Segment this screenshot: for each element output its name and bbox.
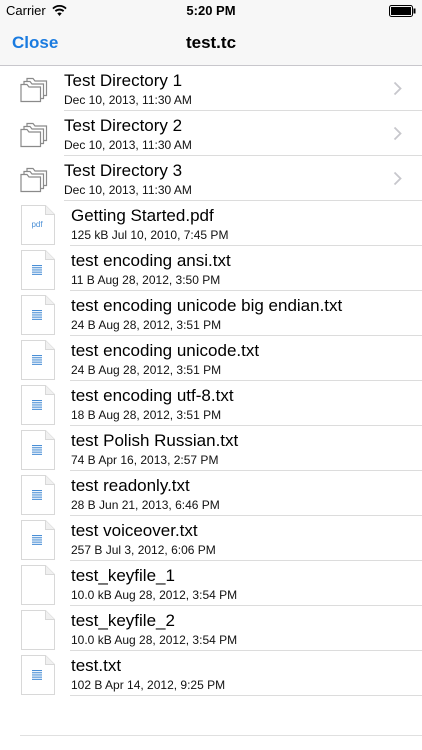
item-name: test_keyfile_2 <box>71 611 175 630</box>
text-file-icon <box>21 655 55 695</box>
file-row[interactable]: test.txt 102 B Apr 14, 2012, 9:25 PM <box>0 651 422 696</box>
item-meta: Dec 10, 2013, 11:30 AM <box>64 183 192 197</box>
blank-file-icon <box>21 610 55 650</box>
file-row[interactable]: test voiceover.txt 257 B Jul 3, 2012, 6:0… <box>0 516 422 561</box>
item-meta: 24 B Aug 28, 2012, 3:51 PM <box>71 363 222 377</box>
item-meta: 10.0 kB Aug 28, 2012, 3:54 PM <box>71 633 238 647</box>
folder-icon <box>20 77 48 103</box>
file-row[interactable]: test Polish Russian.txt 74 B Apr 16, 2013… <box>0 426 422 471</box>
item-meta: 74 B Apr 16, 2013, 2:57 PM <box>71 453 219 467</box>
folder-icon <box>20 167 48 193</box>
chevron-right-icon <box>393 81 402 96</box>
item-meta: 10.0 kB Aug 28, 2012, 3:54 PM <box>71 588 238 602</box>
item-meta: Dec 10, 2013, 11:30 AM <box>64 138 192 152</box>
item-name: test_keyfile_1 <box>71 566 175 585</box>
page-title: test.tc <box>185 33 237 52</box>
file-row[interactable]: test_keyfile_2 10.0 kB Aug 28, 2012, 3:54… <box>0 606 422 651</box>
file-row[interactable]: test encoding ansi.txt 11 B Aug 28, 2012,… <box>0 246 422 291</box>
navigation-bar: Close test.tc <box>0 22 422 66</box>
item-meta: 24 B Aug 28, 2012, 3:51 PM <box>71 318 222 332</box>
item-meta: 18 B Aug 28, 2012, 3:51 PM <box>71 408 222 422</box>
file-row[interactable]: test readonly.txt 28 B Jun 21, 2013, 6:46… <box>0 471 422 516</box>
item-name: Test Directory 3 <box>64 161 183 180</box>
item-meta: 125 kB Jul 10, 2010, 7:45 PM <box>71 228 229 242</box>
directory-row[interactable]: Test Directory 3 Dec 10, 2013, 11:30 AM <box>0 156 422 201</box>
text-file-icon <box>21 475 55 515</box>
item-meta: 257 B Jul 3, 2012, 6:06 PM <box>71 543 216 557</box>
item-name: Test Directory 2 <box>64 116 183 135</box>
item-name: test encoding utf-8.txt <box>71 386 234 405</box>
chevron-right-icon <box>393 126 402 141</box>
pdf-file-icon: pdf <box>21 205 55 245</box>
directory-row[interactable]: Test Directory 1 Dec 10, 2013, 11:30 AM <box>0 66 422 111</box>
item-name: test encoding ansi.txt <box>71 251 231 270</box>
file-row[interactable]: test_keyfile_1 10.0 kB Aug 28, 2012, 3:54… <box>0 561 422 606</box>
text-file-icon <box>21 250 55 290</box>
item-name: test readonly.txt <box>71 476 190 495</box>
directory-row[interactable]: Test Directory 2 Dec 10, 2013, 11:30 AM <box>0 111 422 156</box>
item-meta: 102 B Apr 14, 2012, 9:25 PM <box>71 678 226 692</box>
status-bar: Carrier 5:20 PM <box>0 0 422 22</box>
item-meta: Dec 10, 2013, 11:30 AM <box>64 93 192 107</box>
text-file-icon <box>21 430 55 470</box>
battery-icon <box>389 5 416 17</box>
file-row[interactable]: test encoding unicode big endian.txt 24 B… <box>0 291 422 336</box>
text-file-icon <box>21 520 55 560</box>
svg-text:pdf: pdf <box>31 220 43 229</box>
item-meta: 11 B Aug 28, 2012, 3:50 PM <box>71 273 221 287</box>
text-file-icon <box>21 295 55 335</box>
item-name: test Polish Russian.txt <box>71 431 239 450</box>
status-time: 5:20 PM <box>186 3 236 18</box>
file-row[interactable]: test encoding unicode.txt 24 B Aug 28, 20… <box>0 336 422 381</box>
file-row[interactable]: test encoding utf-8.txt 18 B Aug 28, 2012… <box>0 381 422 426</box>
text-file-icon <box>21 385 55 425</box>
item-name: Getting Started.pdf <box>71 206 214 225</box>
blank-file-icon <box>21 565 55 605</box>
item-name: test voiceover.txt <box>71 521 198 540</box>
row-separator <box>70 695 422 696</box>
item-name: test.txt <box>71 656 122 675</box>
folder-icon <box>20 122 48 148</box>
item-meta: 28 B Jun 21, 2013, 6:46 PM <box>71 498 220 512</box>
file-list: Test Directory 1 Dec 10, 2013, 11:30 AM Te… <box>0 66 422 696</box>
item-name: test encoding unicode.txt <box>71 341 260 360</box>
text-file-icon <box>21 340 55 380</box>
file-row[interactable]: pdf Getting Started.pdf 125 kB Jul 10, 201… <box>0 201 422 246</box>
chevron-right-icon <box>393 171 402 186</box>
list-bottom-divider <box>20 735 422 736</box>
item-name: Test Directory 1 <box>64 71 183 90</box>
item-name: test encoding unicode big endian.txt <box>71 296 343 315</box>
